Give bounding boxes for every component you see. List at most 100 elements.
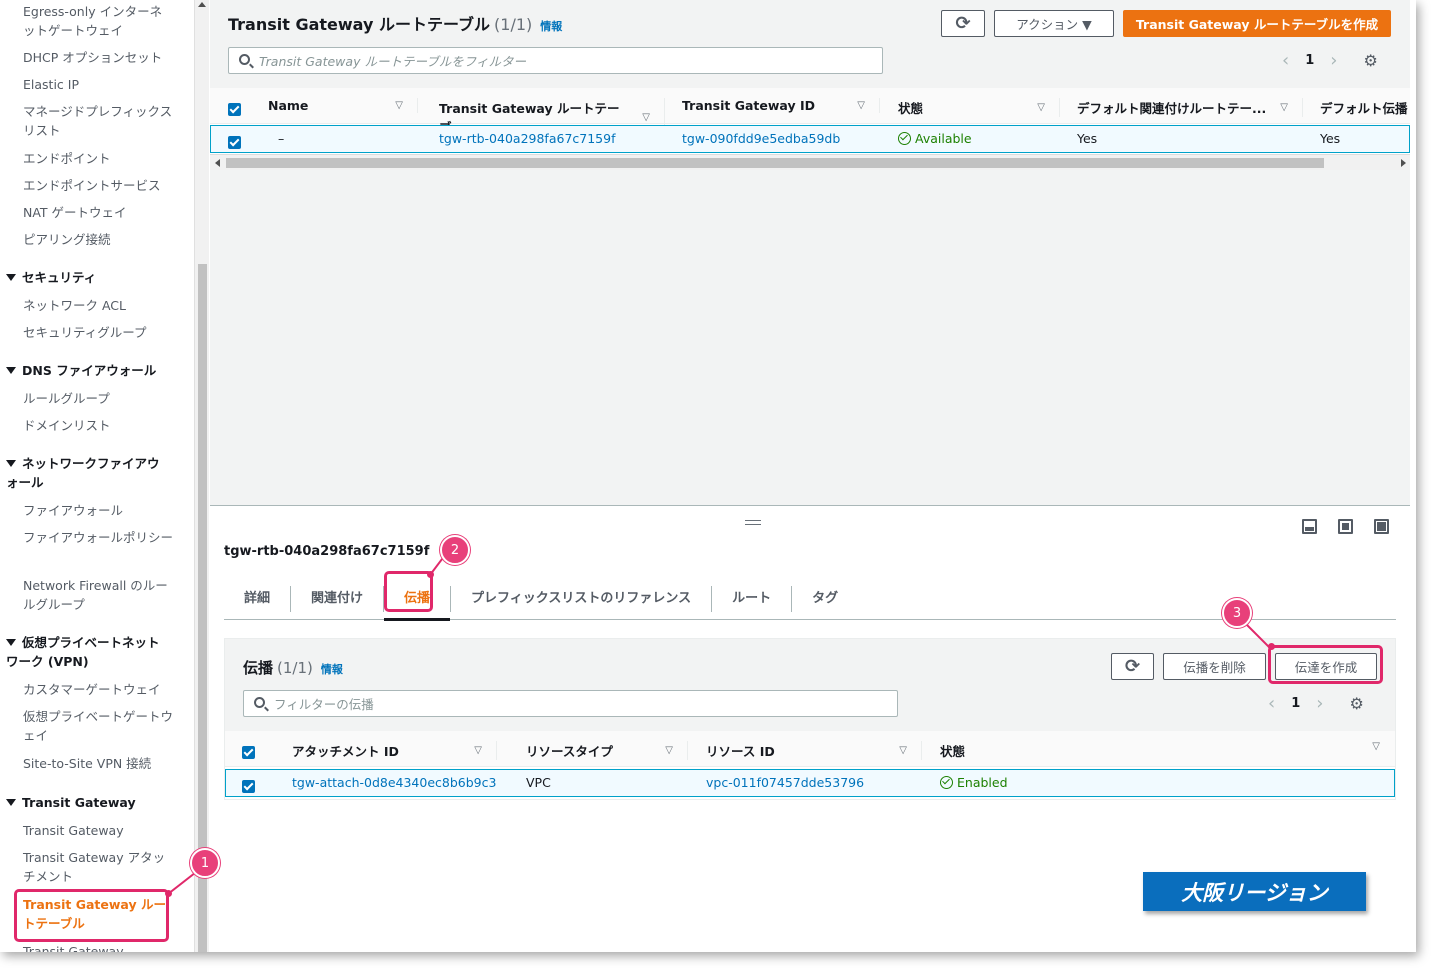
tab-details[interactable]: 詳細 xyxy=(224,585,292,612)
column-header-default-assoc[interactable]: デフォルト関連付けルートテー... ▽ xyxy=(1077,98,1303,117)
region-label: 大阪リージョン xyxy=(1143,872,1366,911)
highlight-route-tables-menu xyxy=(14,889,169,942)
gear-icon[interactable]: ⚙ xyxy=(1349,694,1363,713)
select-all-checkbox[interactable] xyxy=(242,742,255,761)
create-route-table-button[interactable]: Transit Gateway ルートテーブルを作成 xyxy=(1123,10,1391,37)
sidebar-item-transit-gateways[interactable]: Transit Gateway xyxy=(23,821,173,840)
next-page-icon[interactable]: › xyxy=(1330,50,1337,71)
sidebar-item-firewalls[interactable]: ファイアウォール xyxy=(23,501,173,520)
tab-routes[interactable]: ルート xyxy=(712,585,793,612)
column-header-resource-id[interactable]: リソース ID ▽ xyxy=(706,741,922,760)
sidebar-item-tgw-attachments[interactable]: Transit Gateway アタッチメント xyxy=(23,848,173,886)
info-link[interactable]: 情報 xyxy=(321,663,343,676)
sidebar-item-firewall-policies[interactable]: ファイアウォールポリシー xyxy=(23,528,173,547)
delete-propagation-button[interactable]: 伝播を削除 xyxy=(1163,653,1266,680)
sidebar-item-peering[interactable]: ピアリング接続 xyxy=(23,230,173,249)
scroll-up-icon[interactable] xyxy=(198,2,206,7)
cell-rtb-id-link[interactable]: tgw-rtb-040a298fa67c7159f xyxy=(439,131,615,146)
sort-icon: ▽ xyxy=(1037,102,1045,113)
sidebar-item-network-acl[interactable]: ネットワーク ACL xyxy=(23,296,173,315)
drag-handle-icon[interactable] xyxy=(745,520,761,525)
column-header-default-prop[interactable]: デフォルト伝播 xyxy=(1320,98,1408,117)
next-page-icon[interactable]: › xyxy=(1316,693,1323,714)
route-table-search-input[interactable]: Transit Gateway ルートテーブルをフィルター xyxy=(228,47,883,74)
table-horizontal-scrollbar[interactable] xyxy=(210,154,1410,170)
propagation-search-input[interactable]: フィルターの伝播 xyxy=(243,690,898,717)
sort-icon: ▽ xyxy=(642,111,650,123)
tab-prefix-list-references[interactable]: プレフィックスリストのリファレンス xyxy=(451,585,713,612)
sidebar: Egress-only インターネットゲートウェイ DHCP オプションセット … xyxy=(0,0,194,952)
caret-down-icon xyxy=(6,274,16,281)
table-row[interactable]: – tgw-rtb-040a298fa67c7159f tgw-090fdd9e… xyxy=(210,125,1410,153)
highlight-create-propagation xyxy=(1268,645,1383,684)
sidebar-item-domain-lists[interactable]: ドメインリスト xyxy=(23,416,173,435)
cell-attachment-id-link[interactable]: tgw-attach-0d8e4340ec8b6b9c3 xyxy=(292,775,496,790)
cell-default-prop: Yes xyxy=(1320,131,1341,146)
search-icon xyxy=(239,54,250,65)
sidebar-item-egress-only-igw[interactable]: Egress-only インターネットゲートウェイ xyxy=(23,2,173,40)
refresh-button[interactable]: ⟳ xyxy=(941,10,985,37)
sidebar-section-transit-gateway[interactable]: Transit Gateway xyxy=(6,793,176,812)
sidebar-item-site-to-site-vpn[interactable]: Site-to-Site VPN 接続 xyxy=(23,754,173,773)
horizontal-scroll-thumb[interactable] xyxy=(226,158,1324,168)
sort-icon: ▽ xyxy=(1372,741,1380,752)
column-header-name[interactable]: Name ▽ xyxy=(268,98,418,113)
gear-icon[interactable]: ⚙ xyxy=(1363,51,1377,70)
sidebar-item-rule-groups[interactable]: ルールグループ xyxy=(23,389,173,408)
refresh-button[interactable]: ⟳ xyxy=(1111,653,1154,680)
sidebar-section-vpn[interactable]: 仮想プライベートネットワーク (VPN) xyxy=(6,633,166,671)
column-header-attachment-id[interactable]: アタッチメント ID ▽ xyxy=(292,741,497,760)
split-panel-title: tgw-rtb-040a298fa67c7159f xyxy=(224,544,430,559)
table-row[interactable]: tgw-attach-0d8e4340ec8b6b9c3 VPC vpc-011… xyxy=(225,769,1395,797)
annotation-dot xyxy=(427,571,434,578)
cell-resource-id-link[interactable]: vpc-011f07457dde53796 xyxy=(706,775,864,790)
panel-bottom-icon[interactable] xyxy=(1302,519,1317,534)
page-number[interactable]: 1 xyxy=(1291,696,1300,711)
row-checkbox[interactable] xyxy=(228,132,241,151)
sidebar-item-security-groups[interactable]: セキュリティグループ xyxy=(23,323,173,342)
refresh-icon: ⟳ xyxy=(955,13,971,34)
annotation-badge-1: 1 xyxy=(190,848,220,878)
actions-button[interactable]: アクション ▼ xyxy=(994,10,1114,37)
panel-full-icon[interactable] xyxy=(1374,519,1389,534)
sidebar-item-managed-prefix-list[interactable]: マネージドプレフィックスリスト xyxy=(23,102,173,140)
sidebar-scrollbar[interactable] xyxy=(194,0,209,952)
select-all-checkbox[interactable] xyxy=(228,99,241,118)
sidebar-item-endpoints[interactable]: エンドポイント xyxy=(23,149,173,168)
sidebar-item-dhcp-options[interactable]: DHCP オプションセット xyxy=(23,48,173,67)
row-checkbox[interactable] xyxy=(242,776,255,795)
panel-side-icon[interactable] xyxy=(1338,519,1353,534)
prev-page-icon[interactable]: ‹ xyxy=(1282,50,1289,71)
sidebar-item-endpoint-services[interactable]: エンドポイントサービス xyxy=(23,176,173,195)
column-header-state[interactable]: 状態 ▽ xyxy=(940,741,1380,760)
sidebar-item-nat-gateway[interactable]: NAT ゲートウェイ xyxy=(23,203,173,222)
sidebar-item-tgw-more[interactable]: Transit Gateway xyxy=(23,942,173,952)
tab-associations[interactable]: 関連付け xyxy=(291,585,385,612)
sort-icon: ▽ xyxy=(474,745,482,756)
caret-down-icon xyxy=(6,460,16,467)
scroll-right-icon[interactable] xyxy=(1401,159,1406,167)
sort-icon: ▽ xyxy=(899,745,907,756)
sidebar-item-nfw-rule-groups[interactable]: Network Firewall のルールグループ xyxy=(23,576,173,614)
sidebar-section-dns-firewall[interactable]: DNS ファイアウォール xyxy=(6,361,176,380)
sidebar-section-security[interactable]: セキュリティ xyxy=(6,268,176,287)
pagination: ‹ 1 › ⚙ xyxy=(1268,693,1364,714)
sidebar-item-virtual-private-gateways[interactable]: 仮想プライベートゲートウェイ xyxy=(23,707,173,745)
tab-tags[interactable]: タグ xyxy=(792,586,858,612)
main-content: Transit Gateway ルートテーブル (1/1) 情報 ⟳ アクション ▼… xyxy=(210,0,1410,952)
page-number[interactable]: 1 xyxy=(1305,53,1314,68)
column-header-resource-type[interactable]: リソースタイプ ▽ xyxy=(526,741,688,760)
sidebar-section-network-firewall[interactable]: ネットワークファイアウォール xyxy=(6,454,166,492)
console-window: Egress-only インターネットゲートウェイ DHCP オプションセット … xyxy=(0,0,1416,952)
scroll-left-icon[interactable] xyxy=(215,159,220,167)
table-header: アタッチメント ID ▽ リソースタイプ ▽ リソース ID ▽ 状態 ▽ xyxy=(225,731,1395,767)
column-header-tgw-id[interactable]: Transit Gateway ID ▽ xyxy=(682,98,880,113)
route-table-list: Name▽ Transit Gateway ルートテーブ...▽ Transit… xyxy=(210,88,1410,154)
sidebar-item-customer-gateways[interactable]: カスタマーゲートウェイ xyxy=(23,680,173,699)
cell-default-assoc: Yes xyxy=(1077,131,1098,146)
column-header-state[interactable]: 状態 ▽ xyxy=(898,98,1060,117)
sidebar-item-elastic-ip[interactable]: Elastic IP xyxy=(23,75,173,94)
info-link[interactable]: 情報 xyxy=(540,20,562,33)
prev-page-icon[interactable]: ‹ xyxy=(1268,693,1275,714)
cell-tgw-id-link[interactable]: tgw-090fdd9e5edba59db xyxy=(682,131,840,146)
